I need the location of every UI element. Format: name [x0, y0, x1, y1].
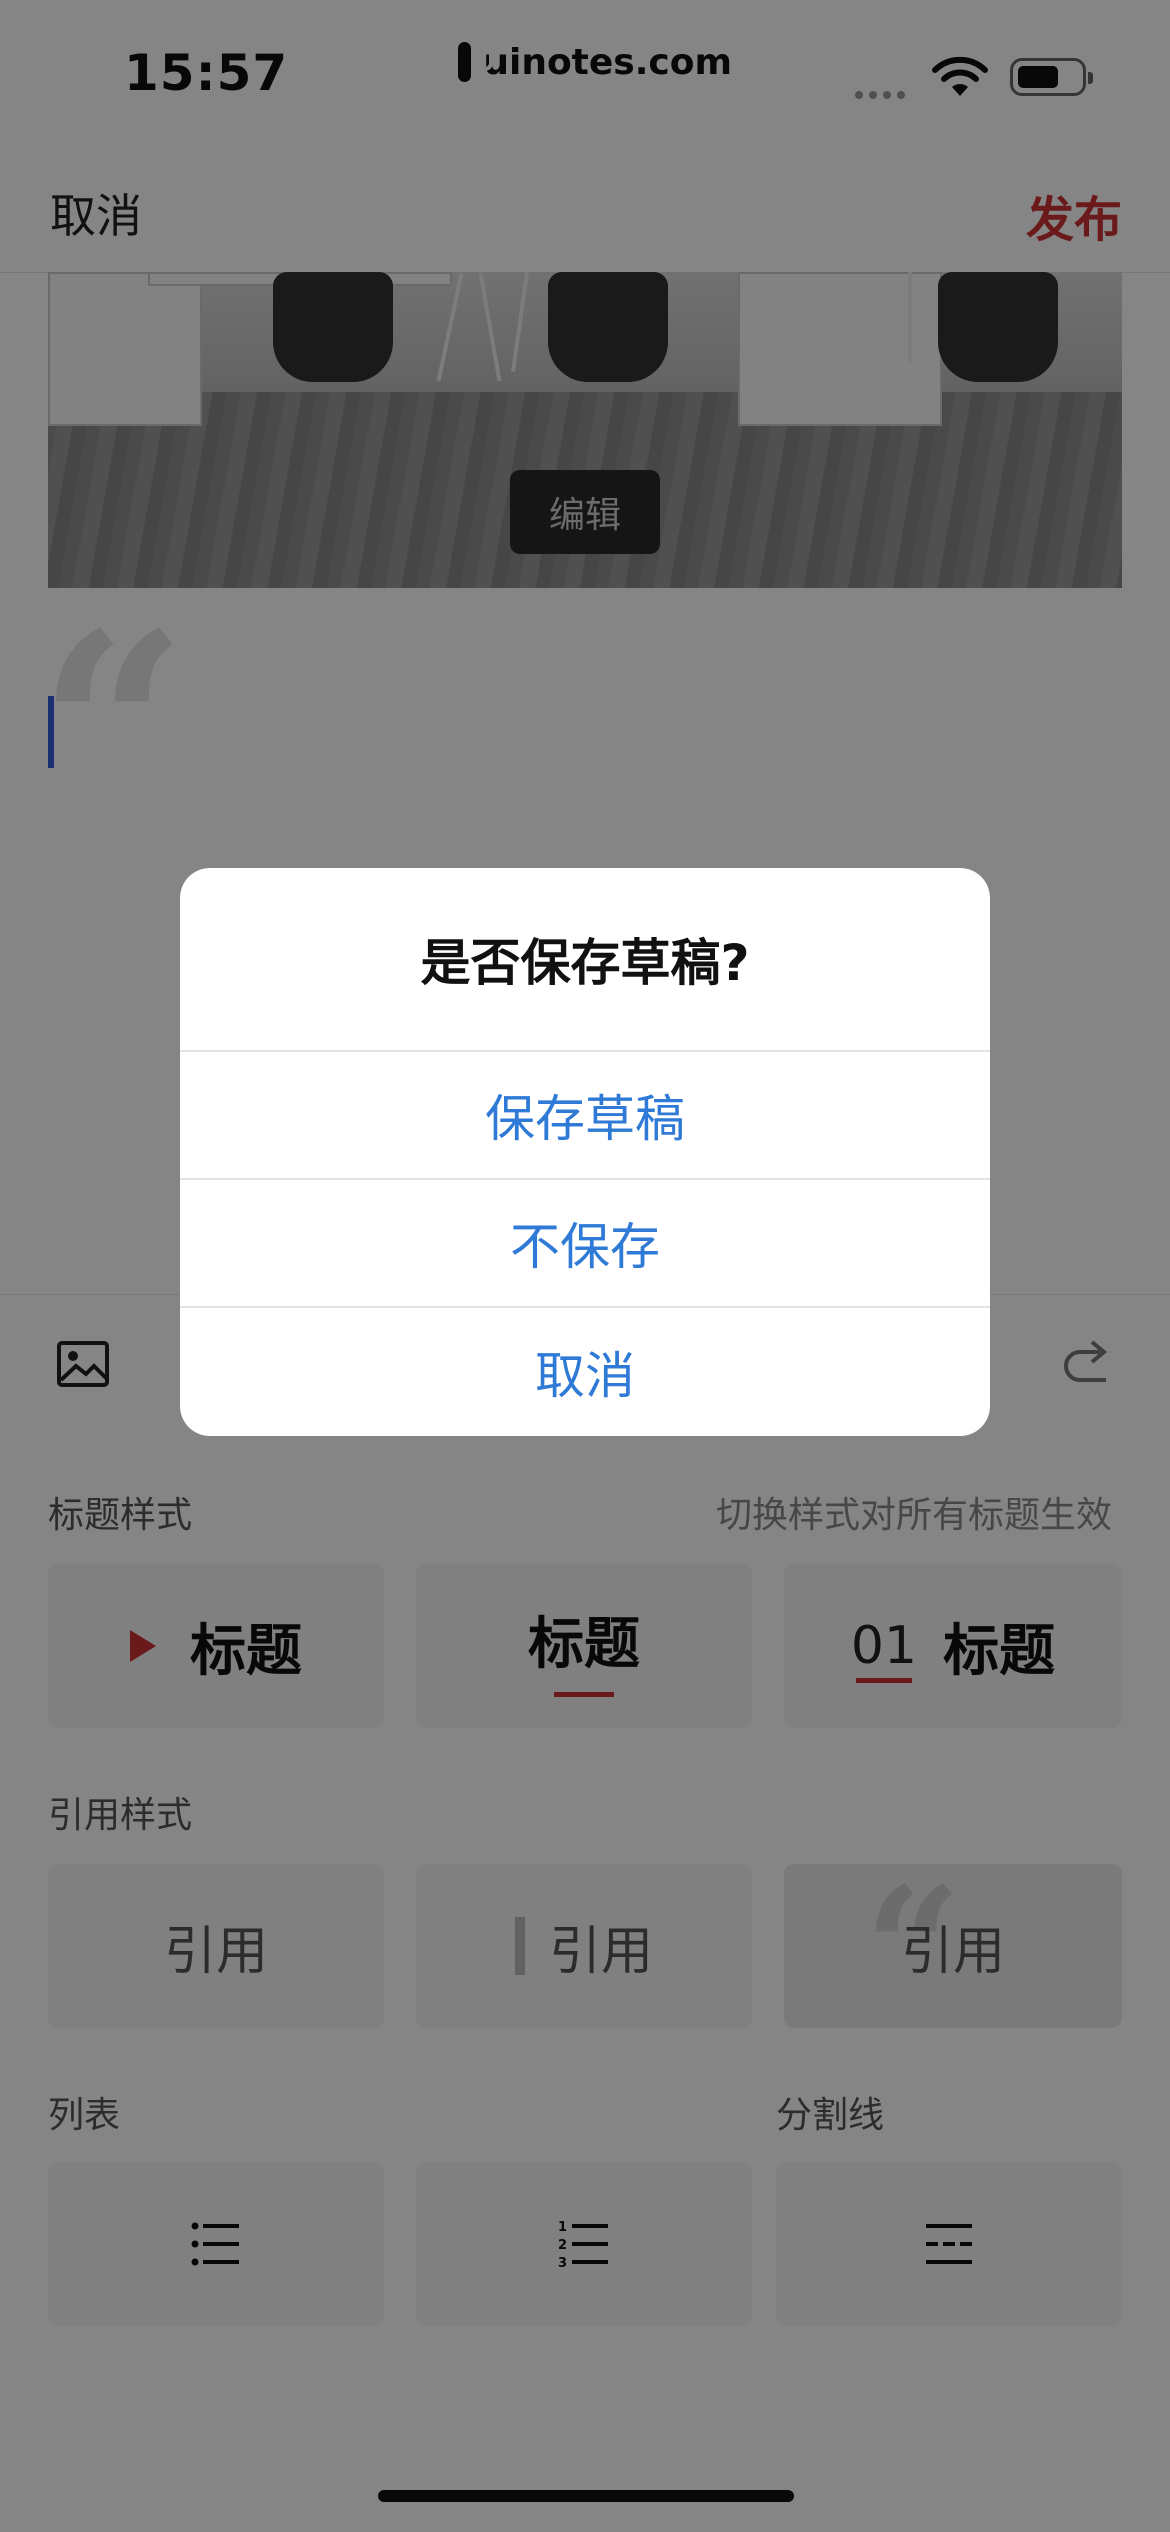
- dialog-cancel-button[interactable]: 取消: [180, 1306, 990, 1436]
- dialog-title: 是否保存草稿?: [420, 934, 750, 992]
- dont-save-button[interactable]: 不保存: [180, 1178, 990, 1306]
- save-draft-dialog: 是否保存草稿? 保存草稿 不保存 取消: [180, 868, 990, 1436]
- save-draft-button[interactable]: 保存草稿: [180, 1050, 990, 1178]
